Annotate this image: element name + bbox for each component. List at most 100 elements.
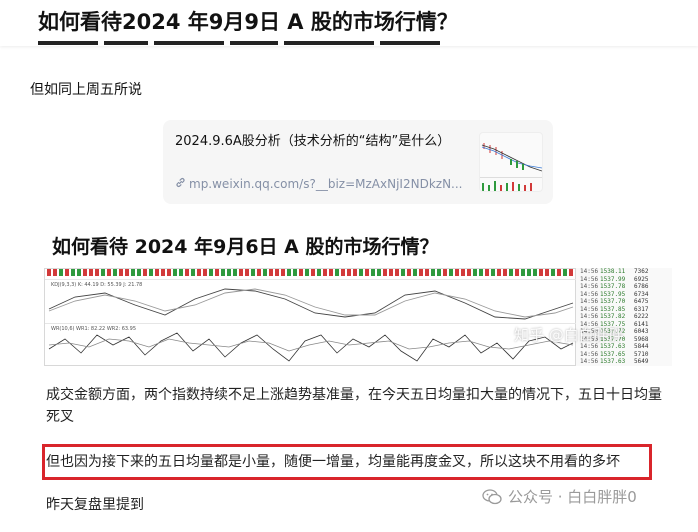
clipped-text-line bbox=[38, 40, 458, 46]
volume-bar bbox=[95, 269, 99, 276]
tick-price: 1537.95 bbox=[600, 290, 626, 298]
tick-price: 1537.99 bbox=[600, 275, 626, 283]
volume-bar bbox=[419, 269, 423, 276]
volume-bar bbox=[317, 269, 321, 276]
volume-bar bbox=[269, 269, 273, 276]
volume-bar bbox=[521, 269, 525, 276]
tick-time: 14:56 bbox=[580, 275, 599, 283]
tick-volume: 6222 bbox=[634, 313, 649, 320]
volume-bar bbox=[59, 269, 63, 276]
answer-paragraph: 但如同上周五所说 bbox=[30, 82, 142, 98]
tick-volume: 6734 bbox=[634, 290, 649, 298]
volume-bar bbox=[443, 269, 447, 276]
question-title[interactable]: 如何看待2024 年9月9日 A 股的市场行情？ bbox=[38, 6, 458, 36]
tick-row: 14:56 1537.82 6222 bbox=[576, 313, 672, 321]
tick-row: 14:56 1537.99 6925 bbox=[576, 276, 672, 284]
volume-bar bbox=[155, 269, 159, 276]
tick-row: 14:56 1537.95 6734 bbox=[576, 291, 672, 299]
volume-bar bbox=[461, 269, 465, 276]
chart-thumbnail bbox=[479, 132, 543, 192]
volume-bar bbox=[347, 269, 351, 276]
volume-bar bbox=[299, 269, 303, 276]
tick-volume: 5649 bbox=[634, 358, 649, 365]
volume-bar bbox=[329, 269, 333, 276]
image-paragraph-review: 昨天复盘里提到 bbox=[46, 497, 144, 513]
volume-bar bbox=[407, 269, 411, 276]
tick-price: 1538.11 bbox=[600, 268, 626, 275]
volume-bar bbox=[125, 269, 129, 276]
volume-bar bbox=[233, 269, 237, 276]
volume-bar bbox=[47, 269, 51, 276]
tick-volume: 6317 bbox=[634, 305, 649, 313]
wechat-icon bbox=[482, 488, 502, 505]
volume-bar bbox=[107, 269, 111, 276]
volume-bar bbox=[137, 269, 141, 276]
volume-bar bbox=[161, 269, 165, 276]
volume-bar bbox=[479, 269, 483, 276]
volume-bar bbox=[77, 269, 81, 276]
volume-bar bbox=[263, 269, 267, 276]
volume-bar bbox=[365, 269, 369, 276]
link-card[interactable]: 2024.9.6A股分析（技术分析的“结构”是什么） mp.weixin.qq.… bbox=[163, 120, 553, 204]
volume-bar bbox=[545, 269, 549, 276]
wr-label: WR(10,6) WR1: 82.22 WR2: 63.95 bbox=[51, 326, 136, 332]
volume-bar bbox=[293, 269, 297, 276]
tick-time: 14:56 bbox=[580, 268, 599, 275]
volume-bar bbox=[395, 269, 399, 276]
volume-bar bbox=[551, 269, 555, 276]
question-header: 如何看待2024 年9月9日 A 股的市场行情？ bbox=[0, 0, 698, 46]
tick-row: 14:56 1537.70 6475 bbox=[576, 298, 672, 306]
volume-bar bbox=[71, 269, 75, 276]
link-card-title[interactable]: 2024.9.6A股分析（技术分析的“结构”是什么） bbox=[175, 132, 475, 152]
tick-volume: 5844 bbox=[634, 343, 649, 350]
volume-bar bbox=[503, 269, 507, 276]
volume-bar bbox=[371, 269, 375, 276]
wechat-watermark-text: 公众号 · 白白胖胖0 bbox=[508, 488, 637, 506]
volume-bar bbox=[281, 269, 285, 276]
volume-bar bbox=[497, 269, 501, 276]
volume-bar bbox=[515, 269, 519, 276]
tick-time: 14:56 bbox=[580, 290, 599, 298]
kdj-label: KDJ(9,3,3) K: 44.19 D: 55.39 J: 21.78 bbox=[51, 282, 142, 288]
volume-bar bbox=[389, 269, 393, 276]
volume-bar bbox=[473, 269, 477, 276]
volume-bar bbox=[209, 269, 213, 276]
volume-bar bbox=[245, 269, 249, 276]
volume-bar bbox=[437, 269, 441, 276]
link-icon bbox=[175, 177, 186, 191]
volume-bar bbox=[467, 269, 471, 276]
image-title: 如何看待 2024 年9月6日 A 股的市场行情？ bbox=[52, 236, 439, 258]
tick-time: 14:56 bbox=[580, 358, 599, 365]
volume-bar bbox=[275, 269, 279, 276]
volume-bar bbox=[557, 269, 561, 276]
tick-time: 14:56 bbox=[580, 298, 599, 305]
volume-bar bbox=[527, 269, 531, 276]
volume-bar bbox=[335, 269, 339, 276]
tick-volume: 6925 bbox=[634, 275, 649, 283]
volume-bar bbox=[539, 269, 543, 276]
volume-bar bbox=[101, 269, 105, 276]
wechat-watermark: 公众号 · 白白胖胖0 bbox=[482, 486, 637, 507]
tick-row: 14:56 1537.63 5649 bbox=[576, 358, 672, 366]
tick-price: 1537.63 bbox=[600, 358, 626, 365]
tick-time: 14:56 bbox=[580, 313, 599, 320]
volume-bar bbox=[311, 269, 315, 276]
volume-bar bbox=[179, 269, 183, 276]
volume-bar bbox=[413, 269, 417, 276]
tick-volume: 6141 bbox=[634, 320, 649, 328]
tick-volume: 5968 bbox=[634, 335, 649, 343]
volume-bar bbox=[113, 269, 117, 276]
volume-bar bbox=[323, 269, 327, 276]
link-card-url[interactable]: mp.weixin.qq.com/s?__biz=MzAxNjI2NDkzN..… bbox=[175, 177, 465, 191]
volume-bar bbox=[383, 269, 387, 276]
indicator-chart: KDJ(9,3,3) K: 44.19 D: 55.39 J: 21.78 WR… bbox=[44, 268, 577, 366]
tick-volume: 5710 bbox=[634, 350, 649, 358]
volume-bar bbox=[353, 269, 357, 276]
volume-bar bbox=[359, 269, 363, 276]
volume-bar bbox=[401, 269, 405, 276]
tick-volume: 6786 bbox=[634, 283, 649, 290]
volume-bar bbox=[119, 269, 123, 276]
volume-bar bbox=[341, 269, 345, 276]
tick-price: 1537.65 bbox=[600, 350, 626, 358]
tick-volume: 6475 bbox=[634, 298, 649, 305]
